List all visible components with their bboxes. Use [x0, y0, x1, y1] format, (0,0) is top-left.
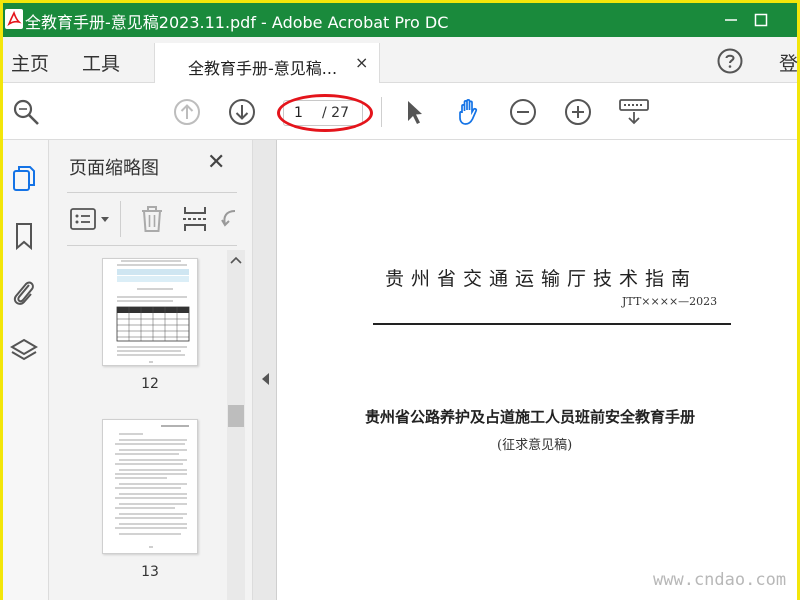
- rotate-icon[interactable]: [221, 207, 235, 233]
- tab-bar: 主页 工具 全教育手册-意见稿... × 登: [3, 37, 798, 84]
- acrobat-logo-icon: [5, 9, 23, 29]
- thumbnails-panel: 页面缩略图 ✕ 12 13: [49, 140, 253, 600]
- minimize-icon: [725, 19, 737, 21]
- sign-in-link[interactable]: 登: [779, 49, 798, 76]
- tab-label: 全教育手册-意见稿...: [188, 59, 338, 78]
- hand-tool-icon[interactable]: [454, 97, 484, 127]
- thumbnail-page-12[interactable]: [102, 258, 198, 366]
- page-13-preview: [115, 425, 189, 548]
- thumbnail-page-number: 12: [141, 376, 159, 392]
- main-toolbar: 1 / 27: [3, 83, 797, 140]
- thumbnail-page-number: 13: [141, 564, 159, 580]
- highlight-ellipse: [277, 94, 373, 132]
- thumbnail-page-13[interactable]: [102, 419, 198, 554]
- toolbar-divider: [381, 97, 382, 127]
- search-zoom-icon[interactable]: [11, 97, 41, 127]
- document-rule: [373, 323, 731, 325]
- menu-home[interactable]: 主页: [11, 49, 49, 76]
- panel-collapse-strip[interactable]: [253, 140, 277, 600]
- scrollbar-thumb[interactable]: [228, 405, 244, 427]
- watermark: www.cndao.com: [653, 570, 787, 590]
- zoom-out-icon[interactable]: [508, 97, 538, 127]
- left-rail: [3, 140, 49, 600]
- title-bar: 全教育手册-意见稿2023.11.pdf - Adobe Acrobat Pro…: [3, 3, 797, 37]
- document-title: 贵州省公路养护及占道施工人员班前安全教育手册: [365, 408, 696, 426]
- window-title: 全教育手册-意见稿2023.11.pdf - Adobe Acrobat Pro…: [25, 13, 449, 32]
- layers-icon[interactable]: [9, 335, 39, 367]
- maximize-icon: [754, 13, 768, 27]
- panel-close-button[interactable]: ✕: [207, 150, 225, 175]
- next-page-icon[interactable]: [227, 97, 257, 127]
- thumbnail-scrollbar[interactable]: [227, 250, 245, 600]
- zoom-in-icon[interactable]: [563, 97, 593, 127]
- document-subtitle: (征求意见稿): [497, 438, 573, 453]
- help-icon[interactable]: [716, 47, 744, 75]
- panel-title: 页面缩略图: [69, 158, 159, 179]
- previous-page-icon[interactable]: [172, 97, 202, 127]
- menu-tools[interactable]: 工具: [82, 49, 120, 76]
- scroll-up-icon[interactable]: [230, 256, 242, 264]
- panel-toolbar: [67, 192, 237, 246]
- panel-divider: [120, 201, 121, 237]
- document-code: JTT××××—2023: [622, 295, 718, 308]
- attachment-icon[interactable]: [9, 277, 39, 309]
- page-12-preview: [116, 260, 190, 363]
- bookmark-icon[interactable]: [9, 220, 39, 252]
- collapse-arrow-icon[interactable]: [260, 372, 270, 386]
- document-view[interactable]: 贵州省交通运输厅技术指南 JTT××××—2023 贵州省公路养护及占道施工人员…: [277, 140, 797, 600]
- tab-close-button[interactable]: ×: [355, 53, 368, 72]
- document-tab[interactable]: 全教育手册-意见稿... ×: [154, 43, 380, 84]
- select-arrow-icon[interactable]: [399, 97, 429, 127]
- delete-icon[interactable]: [139, 204, 165, 234]
- thumbnail-options-icon[interactable]: [69, 206, 113, 232]
- insert-page-icon[interactable]: [181, 204, 209, 234]
- document-organization: 贵州省交通运输厅技术指南: [385, 268, 698, 290]
- maximize-button[interactable]: [741, 3, 781, 37]
- pages-icon[interactable]: [9, 162, 39, 194]
- keyboard-input-icon[interactable]: [617, 97, 651, 127]
